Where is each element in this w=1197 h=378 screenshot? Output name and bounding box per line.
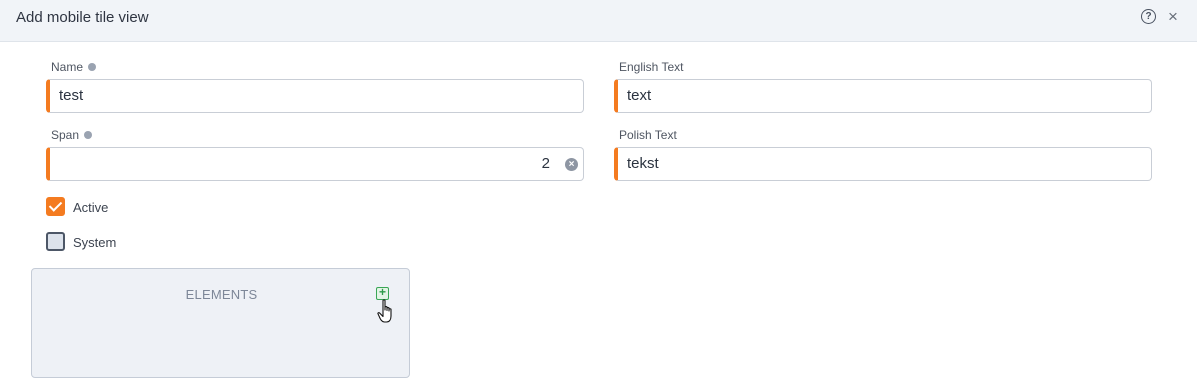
clear-icon[interactable]: ×	[565, 158, 578, 171]
elements-title: ELEMENTS	[185, 287, 258, 302]
english-text-label: English Text	[619, 60, 684, 74]
system-label: System	[73, 235, 117, 250]
polish-text-label: Polish Text	[619, 128, 677, 142]
name-input[interactable]: test	[46, 79, 584, 113]
required-indicator	[88, 63, 97, 71]
active-checkbox[interactable]	[46, 197, 65, 216]
question-circle-icon[interactable]: ?	[1141, 9, 1156, 24]
checkmark-icon	[48, 198, 63, 212]
dialog-header: Add mobile tile view ? ×	[0, 0, 1197, 42]
system-checkbox[interactable]	[46, 232, 65, 251]
polish-text-input[interactable]: tekst	[614, 147, 1152, 181]
span-label-text: Span	[51, 128, 80, 142]
elements-panel: ELEMENTS +	[31, 268, 410, 378]
active-label: Active	[73, 200, 109, 215]
name-label: Name	[51, 60, 97, 74]
required-indicator	[84, 131, 93, 139]
close-icon[interactable]: ×	[1166, 8, 1180, 25]
english-text-input[interactable]: text	[614, 79, 1152, 113]
name-label-text: Name	[51, 60, 84, 74]
dialog-title: Add mobile tile view	[16, 9, 149, 26]
span-input[interactable]: 2	[46, 147, 584, 181]
span-label: Span	[51, 128, 93, 142]
hand-pointer-cursor-icon	[377, 299, 392, 323]
